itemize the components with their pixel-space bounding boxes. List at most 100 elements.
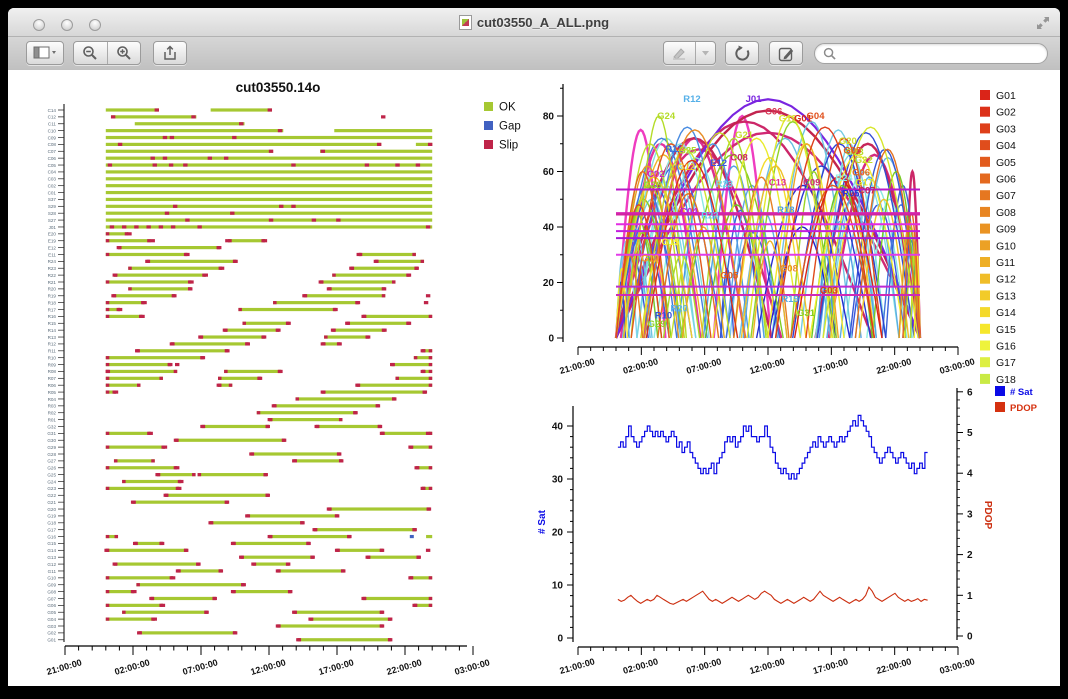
elevation-legend-item: G16 <box>980 341 1016 353</box>
time-tick-label: 21:00:00 <box>558 356 595 376</box>
satellite-label: R19 <box>781 294 798 305</box>
availability-row: C06 <box>48 156 433 161</box>
time-tick-label: 02:00:00 <box>113 657 150 677</box>
satellite-label: G25 <box>678 145 697 156</box>
svg-text:# Sat: # Sat <box>1010 387 1034 398</box>
svg-text:C06: C06 <box>48 156 57 161</box>
svg-text:C09: C09 <box>48 135 57 140</box>
svg-text:6: 6 <box>967 387 973 398</box>
markup-tool-button[interactable] <box>663 41 716 65</box>
satellite-label: C09 <box>803 177 820 188</box>
availability-row: G20 <box>47 507 431 512</box>
elevation-legend-item: G05 <box>980 157 1016 169</box>
satellite-label: R23 <box>716 179 733 190</box>
availability-row: G23 <box>47 486 432 491</box>
svg-text:G28: G28 <box>47 452 56 457</box>
time-tick-label: 12:00:00 <box>748 356 785 376</box>
availability-row: E11 <box>48 252 416 257</box>
search-input[interactable] <box>840 46 1039 62</box>
svg-text:Gap: Gap <box>499 121 521 133</box>
fullscreen-icon[interactable] <box>1036 16 1050 30</box>
availability-row: C03 <box>48 177 433 182</box>
satcount-pdop-chart: 010203040012345621:00:0002:00:0007:00:00… <box>537 386 1038 676</box>
availability-row: G15 <box>47 541 310 546</box>
marker-segment[interactable] <box>664 42 695 64</box>
availability-row: C08 <box>48 142 433 147</box>
availability-row: G30 <box>47 438 286 443</box>
satellite-label: E12 <box>710 158 727 169</box>
share-button[interactable] <box>153 41 187 65</box>
marker-dropdown[interactable] <box>695 42 715 64</box>
availability-row: C10 <box>48 128 433 133</box>
svg-text:G14: G14 <box>47 548 56 553</box>
elevation-legend-item: G03 <box>980 123 1016 135</box>
svg-text:G10: G10 <box>47 576 56 581</box>
time-tick-label: 03:00:00 <box>938 656 975 676</box>
svg-text:G15: G15 <box>47 541 56 546</box>
svg-text:G11: G11 <box>48 569 57 574</box>
availability-row: R23 <box>48 266 419 271</box>
svg-text:C11: C11 <box>48 122 57 127</box>
share-icon <box>162 45 178 61</box>
time-tick-label: 22:00:00 <box>385 657 422 677</box>
search-field[interactable] <box>814 43 1048 64</box>
svg-text:G05: G05 <box>47 610 56 615</box>
elevation-legend-item: G01 <box>980 90 1016 102</box>
availability-row: G11 <box>48 569 346 574</box>
svg-text:0: 0 <box>548 334 554 345</box>
svg-text:1: 1 <box>967 591 973 602</box>
preview-window: cut03550_A_ALL.png <box>8 8 1060 686</box>
svg-text:C03: C03 <box>48 177 57 182</box>
svg-text:G17: G17 <box>996 357 1016 369</box>
legend-swatch <box>980 257 990 267</box>
svg-text:PDOP: PDOP <box>1010 403 1038 414</box>
svg-text:20: 20 <box>543 278 555 289</box>
time-tick-label: 07:00:00 <box>685 356 722 376</box>
svg-text:G32: G32 <box>47 424 56 429</box>
time-tick-label: 22:00:00 <box>875 356 912 376</box>
svg-text:C07: C07 <box>48 149 57 154</box>
satellite-label: G31 <box>797 308 816 319</box>
elevation-legend-item: G04 <box>980 140 1016 152</box>
rotate-left-button[interactable] <box>725 41 759 65</box>
availability-row: C09 <box>48 135 433 140</box>
availability-row: R20 <box>48 287 387 292</box>
satellite-label: R12 <box>683 94 700 105</box>
svg-text:G17: G17 <box>47 527 56 532</box>
availability-row: G25 <box>47 472 268 477</box>
availability-row: C12 <box>48 115 386 120</box>
satellite-label: G21 <box>735 130 754 141</box>
zoom-out-button[interactable] <box>74 42 107 64</box>
svg-text:G29: G29 <box>47 445 56 450</box>
svg-text:R01: R01 <box>48 417 57 422</box>
legend-swatch <box>980 90 990 100</box>
legend-swatch <box>484 102 493 111</box>
svg-text:G08: G08 <box>47 589 56 594</box>
availability-row: C07 <box>48 149 433 154</box>
satellite-label: G04 <box>807 111 826 122</box>
svg-text:R08: R08 <box>48 369 57 374</box>
availability-row: G06 <box>47 603 432 608</box>
legend-swatch <box>980 357 990 367</box>
legend-swatch <box>980 123 990 133</box>
right-axis-title: PDOP <box>982 501 993 530</box>
svg-text:0: 0 <box>967 632 973 643</box>
time-tick-label: 03:00:00 <box>938 356 975 376</box>
availability-row: G04 <box>47 617 392 622</box>
legend-swatch <box>980 157 990 167</box>
time-tick-label: 17:00:00 <box>812 356 849 376</box>
legend-swatch <box>980 107 990 117</box>
zoom-in-button[interactable] <box>107 42 141 64</box>
availability-row: G22 <box>47 493 270 498</box>
svg-text:E11: E11 <box>48 252 56 257</box>
svg-text:G18: G18 <box>996 374 1016 386</box>
edit-toolbar-button[interactable] <box>769 41 803 65</box>
svg-text:G16: G16 <box>996 341 1016 353</box>
time-tick-label: 22:00:00 <box>875 656 912 676</box>
sidebar-toggle-button[interactable] <box>26 41 64 65</box>
svg-text:5: 5 <box>967 428 973 439</box>
satellite-label: G29 <box>648 319 666 330</box>
availability-row: G08 <box>47 589 292 594</box>
svg-text:G26: G26 <box>47 466 56 471</box>
svg-text:R12: R12 <box>48 342 57 347</box>
